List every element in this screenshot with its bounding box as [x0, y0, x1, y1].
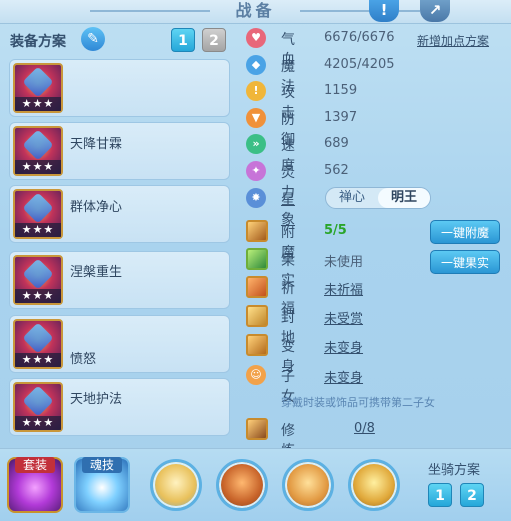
mount-page-1-button[interactable]: 1 — [428, 483, 452, 507]
info-icon[interactable]: ! — [369, 0, 399, 22]
star-rating: ★★★ — [15, 223, 61, 237]
feature-value: 5/5 — [324, 223, 347, 238]
heart-icon: ♥ — [246, 28, 266, 48]
equip-item-icon: ★★★ — [13, 255, 63, 305]
equip-slot[interactable]: ★★★ 天降甘霖 — [9, 122, 230, 180]
xingxiang-toggle[interactable]: 禅心 明王 — [325, 187, 431, 209]
shield-icon: ▼ — [246, 108, 266, 128]
feature-value[interactable]: 未变身 — [324, 337, 363, 356]
enchant-icon — [246, 220, 268, 242]
outfit-label: 套装 — [15, 457, 55, 473]
feature-value: 未使用 — [324, 255, 364, 270]
stat-value: 4205/4205 — [324, 57, 395, 72]
equip-slot-name: 涅槃重生 — [70, 265, 123, 280]
attack-icon: ! — [246, 81, 266, 101]
feature-value[interactable]: 未变身 — [324, 367, 363, 386]
scheme-page-1-button[interactable]: 1 — [171, 28, 195, 52]
new-points-scheme-link[interactable]: 新增加点方案 — [417, 32, 489, 49]
stat-value: 562 — [324, 163, 349, 178]
fief-icon — [246, 305, 268, 327]
stat-value: 1397 — [324, 110, 358, 125]
equip-item-icon: ★★★ — [13, 319, 63, 369]
equip-slot-name: 愤怒 — [70, 352, 97, 367]
edit-scheme-button[interactable]: ✎ — [81, 27, 105, 51]
xingxiang-option-chanxin[interactable]: 禅心 — [326, 188, 378, 208]
child-hint-text: 穿戴时装或饰品可携带第二子女 — [281, 396, 435, 409]
mount-slot[interactable] — [348, 459, 400, 511]
equip-slot[interactable]: ★★★ 愤怒 — [9, 315, 230, 373]
child-icon: ☺ — [246, 365, 266, 385]
star-rating: ★★★ — [15, 97, 61, 111]
feature-value[interactable]: 未受赏 — [324, 308, 363, 327]
soul-skill-button[interactable]: 魂技 — [74, 457, 130, 513]
fruit-icon — [246, 248, 268, 270]
transform-icon — [246, 334, 268, 356]
one-click-enchant-button[interactable]: 一键附魔 — [430, 220, 500, 244]
equip-item-icon: ★★★ — [13, 189, 63, 239]
equip-slot[interactable]: ★★★ — [9, 59, 230, 117]
equip-item-icon: ★★★ — [13, 126, 63, 176]
scheme-page-2-button[interactable]: 2 — [202, 28, 226, 52]
mount-scheme-label: 坐骑方案 — [428, 463, 481, 478]
equip-slot-name: 天降甘霖 — [70, 137, 123, 152]
cultivation-value[interactable]: 0/8 — [354, 421, 375, 436]
cultivation-icon — [246, 418, 268, 440]
mount-page-2-button[interactable]: 2 — [460, 483, 484, 507]
title-bar: 战备 ! ↗ — [0, 0, 511, 24]
equip-slot[interactable]: ★★★ 天地护法 — [9, 378, 230, 436]
star-rating: ★★★ — [15, 416, 61, 430]
equip-scheme-label: 装备方案 — [10, 34, 66, 50]
share-icon[interactable]: ↗ — [420, 0, 450, 22]
star-rating: ★★★ — [15, 289, 61, 303]
equip-item-icon: ★★★ — [13, 63, 63, 113]
mount-slot[interactable] — [282, 459, 334, 511]
speed-icon: » — [246, 134, 266, 154]
xingxiang-option-mingwang[interactable]: 明王 — [378, 188, 430, 208]
stat-value: 6676/6676 — [324, 30, 395, 45]
equip-slot-name: 天地护法 — [70, 392, 123, 407]
stat-value: 1159 — [324, 83, 358, 98]
equip-item-icon: ★★★ — [13, 382, 63, 432]
equip-slot[interactable]: ★★★ 群体净心 — [9, 185, 230, 243]
star-sign-icon: ✸ — [246, 188, 266, 208]
star-rating: ★★★ — [15, 160, 61, 174]
pray-icon — [246, 276, 268, 298]
stat-value: 689 — [324, 136, 349, 151]
star-rating: ★★★ — [15, 353, 61, 367]
outfit-button[interactable]: 套装 — [7, 457, 63, 513]
equip-slot-name: 群体净心 — [70, 200, 123, 215]
equip-slot[interactable]: ★★★ 涅槃重生 — [9, 251, 230, 309]
mana-icon: ◆ — [246, 55, 266, 75]
spirit-icon: ✦ — [246, 161, 266, 181]
mount-slot[interactable] — [216, 459, 268, 511]
one-click-fruit-button[interactable]: 一键果实 — [430, 250, 500, 274]
mount-slot[interactable] — [150, 459, 202, 511]
soul-skill-label: 魂技 — [82, 457, 122, 473]
feature-value[interactable]: 未祈福 — [324, 279, 363, 298]
